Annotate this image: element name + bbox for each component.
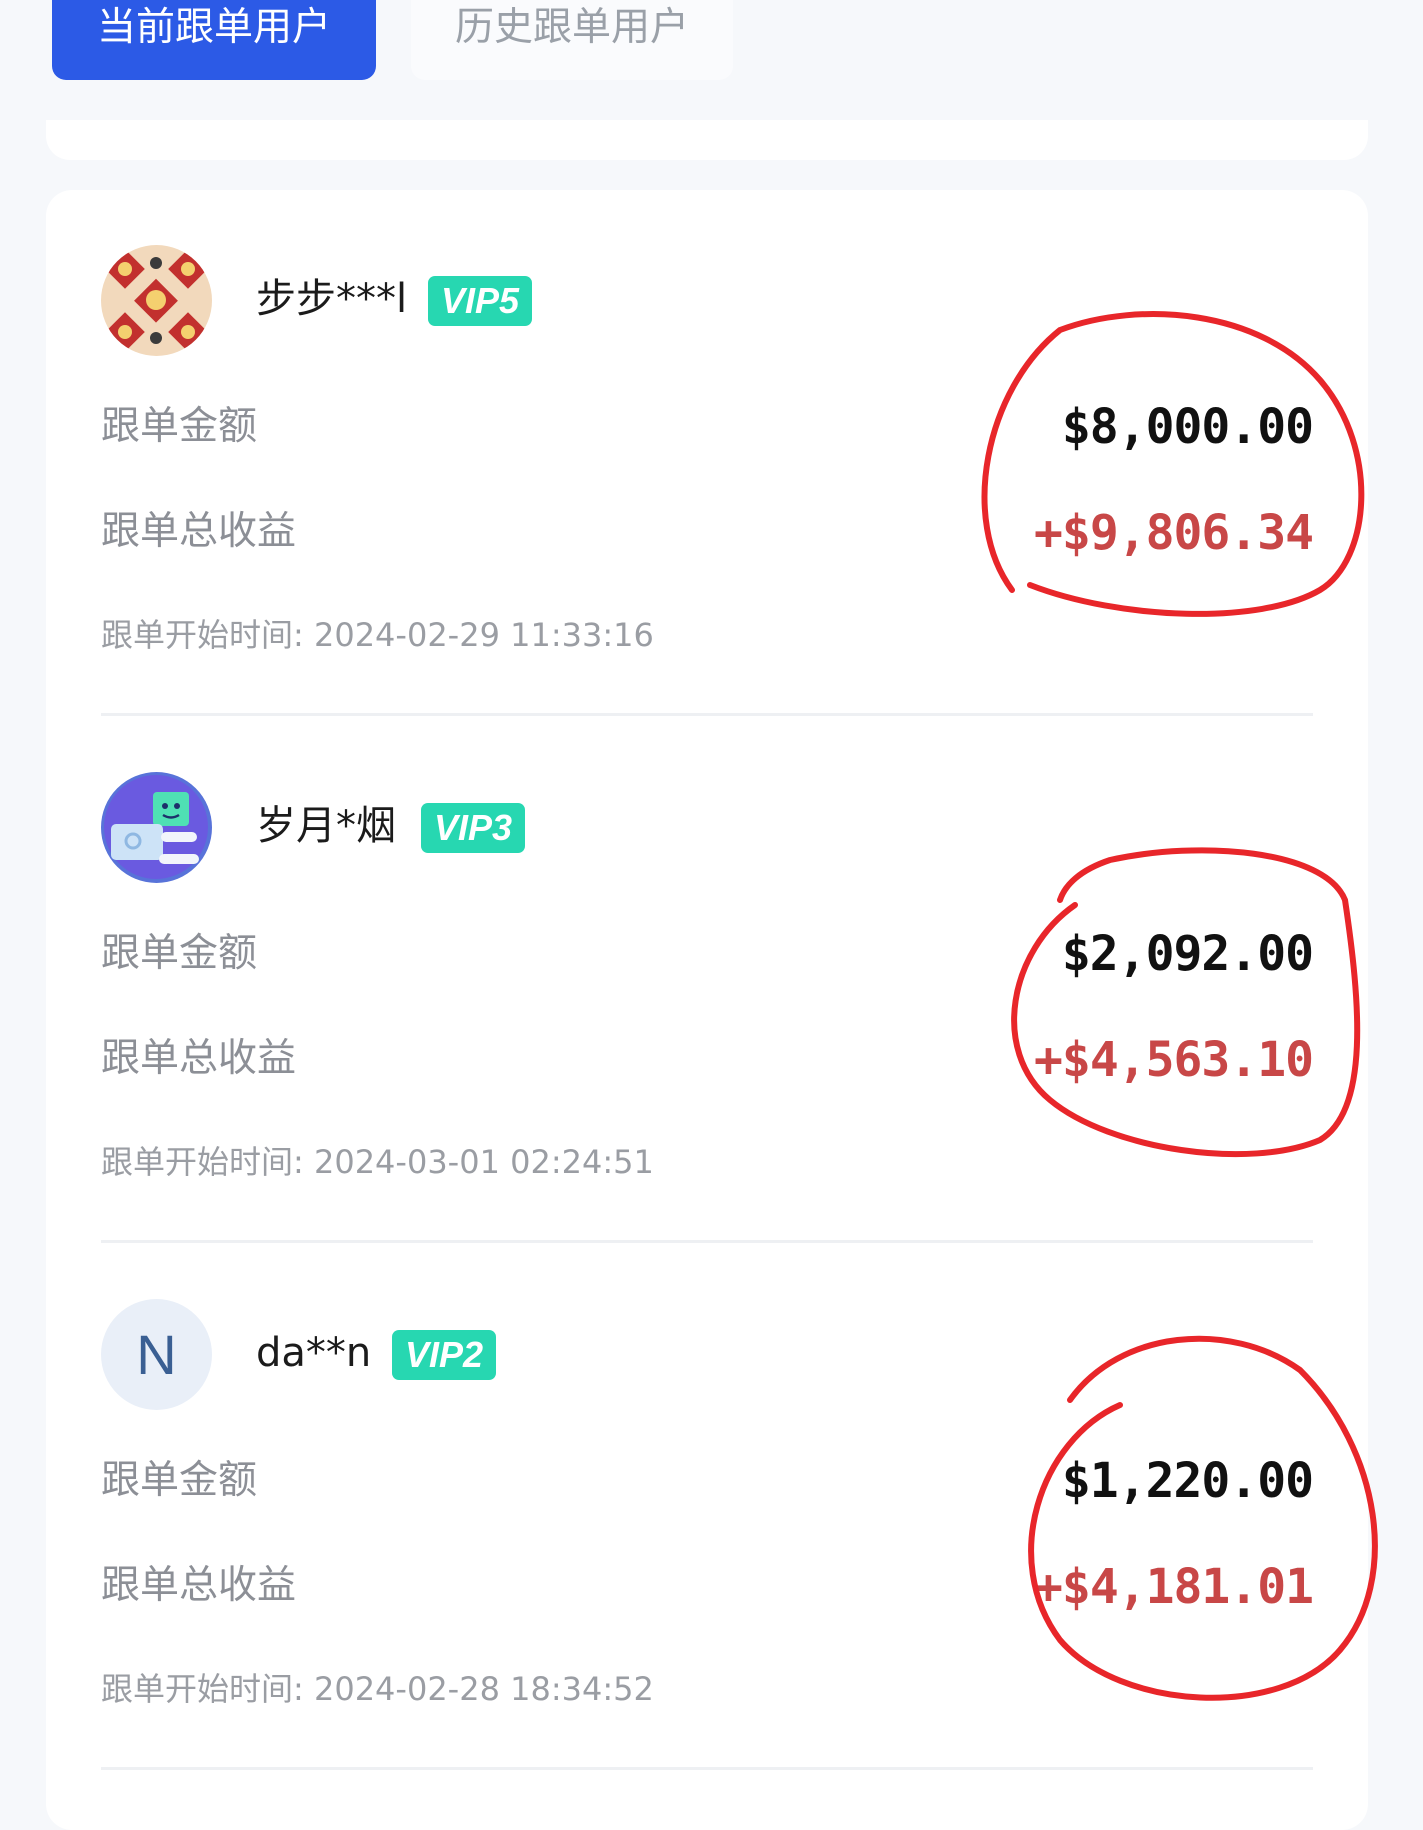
user-avatar [101, 245, 212, 356]
entry-divider [101, 1767, 1313, 1770]
start-time-value: 2024-03-01 02:24:51 [313, 1143, 654, 1181]
follow-amount: $1,220.00 [1061, 1453, 1314, 1509]
start-time: 跟单开始时间: 2024-03-01 02:24:51 [101, 1142, 654, 1182]
tab-current-label: 当前跟单用户 [96, 5, 331, 50]
follow-tabs: 当前跟单用户 历史跟单用户 [0, 0, 1423, 100]
entry-divider [101, 713, 1313, 716]
vip-badge: VIP5 [428, 276, 533, 326]
total-profit: +$4,181.01 [1034, 1559, 1314, 1615]
start-time: 跟单开始时间: 2024-02-29 11:33:16 [101, 615, 654, 655]
followers-list: 步步***l VIP5 跟单金额 $8,000.00 跟单总收益 +$9,806… [46, 190, 1368, 1830]
follower-entry: 步步***l VIP5 跟单金额 $8,000.00 跟单总收益 +$9,806… [46, 190, 1368, 717]
tab-history-label: 历史跟单用户 [454, 5, 689, 50]
profit-label: 跟单总收益 [101, 509, 297, 554]
tab-history-followers[interactable]: 历史跟单用户 [411, 0, 733, 80]
username: 步步***l [256, 276, 408, 322]
vip-badge: VIP3 [421, 803, 526, 853]
start-time-prefix: 跟单开始时间: [101, 1143, 314, 1181]
start-time-prefix: 跟单开始时间: [101, 1670, 314, 1708]
start-time-value: 2024-02-28 18:34:52 [313, 1670, 654, 1708]
start-time-prefix: 跟单开始时间: [101, 616, 314, 654]
entry-divider [101, 1240, 1313, 1243]
new-year-poster-avatar [101, 245, 212, 356]
vip-badge: VIP2 [392, 1330, 497, 1380]
follow-amount: $8,000.00 [1061, 399, 1314, 455]
follower-entry: 岁月*烟 VIP3 跟单金额 $2,092.00 跟单总收益 +$4,563.1… [46, 717, 1368, 1244]
cartoon-computer-avatar [101, 772, 212, 883]
username: 岁月*烟 [256, 803, 396, 849]
follow-amount: $2,092.00 [1061, 926, 1314, 982]
follower-entry: N da**n VIP2 跟单金额 $1,220.00 跟单总收益 +$4,18… [46, 1244, 1368, 1771]
total-profit: +$9,806.34 [1034, 505, 1314, 561]
profit-label: 跟单总收益 [101, 1563, 297, 1608]
user-avatar [101, 772, 212, 883]
tab-current-followers[interactable]: 当前跟单用户 [52, 0, 376, 80]
summary-card-bottom [46, 120, 1368, 160]
total-profit: +$4,563.10 [1034, 1032, 1314, 1088]
amount-label: 跟单金额 [101, 404, 258, 449]
amount-label: 跟单金额 [101, 1458, 258, 1503]
username: da**n [256, 1330, 372, 1376]
user-avatar: N [101, 1299, 212, 1410]
start-time-value: 2024-02-29 11:33:16 [313, 616, 654, 654]
start-time: 跟单开始时间: 2024-02-28 18:34:52 [101, 1669, 654, 1709]
profit-label: 跟单总收益 [101, 1036, 297, 1081]
amount-label: 跟单金额 [101, 931, 258, 976]
